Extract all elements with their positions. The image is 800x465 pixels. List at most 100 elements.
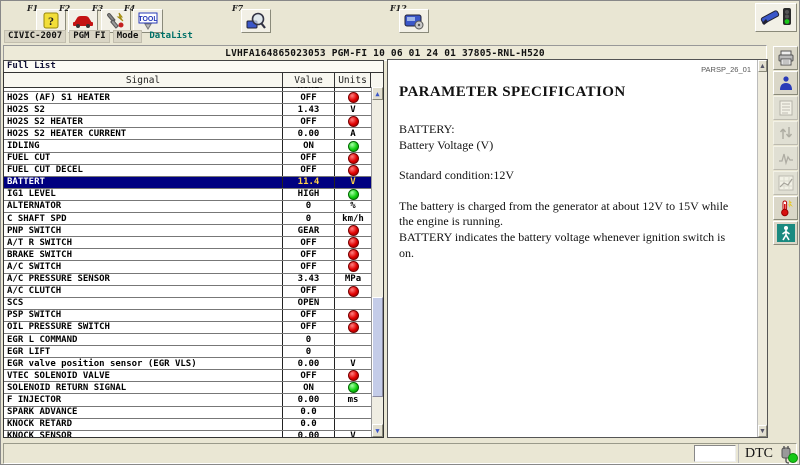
table-row[interactable]: HO2S S21.43V xyxy=(4,104,371,116)
signal-cell: EGR LIFT xyxy=(4,346,283,357)
value-cell: OFF xyxy=(283,249,335,260)
units-cell xyxy=(335,286,371,297)
table-row[interactable]: SOLENOID RETURN SIGNALON xyxy=(4,382,371,394)
value-cell: OFF xyxy=(283,237,335,248)
value-cell: OFF xyxy=(283,286,335,297)
tab-datalist[interactable]: DataList xyxy=(145,30,196,43)
tab-civic-2007[interactable]: CIVIC-2007 xyxy=(4,30,66,43)
units-cell xyxy=(335,419,371,430)
graph-grid-icon xyxy=(773,171,798,195)
units-cell: V xyxy=(335,104,371,115)
value-cell: OFF xyxy=(283,261,335,272)
table-row[interactable]: FUEL CUTOFF xyxy=(4,153,371,165)
units-cell: MPa xyxy=(335,274,371,285)
spec-scrollbar[interactable]: ▲ ▼ xyxy=(757,60,767,437)
table-row[interactable]: EGR LIFT0 xyxy=(4,346,371,358)
value-cell: OPEN xyxy=(283,298,335,309)
value-cell: OFF xyxy=(283,370,335,381)
tab-pgm-fi[interactable]: PGM FI xyxy=(69,30,110,43)
fkey-group-f7: F7 xyxy=(232,2,274,32)
table-row[interactable]: BRAKE SWITCHOFF xyxy=(4,249,371,261)
signal-cell: A/T R SWITCH xyxy=(4,237,283,248)
signal-cell: VTEC SOLENOID VALVE xyxy=(4,370,283,381)
units-cell xyxy=(335,382,371,393)
value-cell: 0 xyxy=(283,334,335,345)
units-cell xyxy=(335,322,371,333)
table-row[interactable]: A/C PRESSURE SENSOR3.43MPa xyxy=(4,274,371,286)
fkey-group-f12: F12 xyxy=(390,2,432,32)
table-row[interactable]: SCSOPEN xyxy=(4,298,371,310)
signal-cell: FUEL CUT DECEL xyxy=(4,165,283,176)
units-cell xyxy=(335,225,371,236)
units-cell xyxy=(335,153,371,164)
value-cell: 0.0 xyxy=(283,419,335,430)
units-cell xyxy=(335,92,371,103)
value-cell: OFF xyxy=(283,322,335,333)
value-cell: HIGH xyxy=(283,189,335,200)
scroll-down-button[interactable]: ▼ xyxy=(372,424,383,437)
table-row[interactable]: A/T R SWITCHOFF xyxy=(4,237,371,249)
spec-line: The battery is charged from the generato… xyxy=(399,199,741,230)
status-led-red xyxy=(348,225,359,236)
signal-cell: SPARK ADVANCE xyxy=(4,407,283,418)
table-row[interactable]: EGR valve position sensor (EGR VLS)0.00V xyxy=(4,358,371,370)
units-cell: V xyxy=(335,177,371,188)
print-icon[interactable] xyxy=(773,46,798,70)
thermometer-icon[interactable] xyxy=(773,196,798,220)
table-row[interactable]: PSP SWITCHOFF xyxy=(4,310,371,322)
signal-cell: IG1 LEVEL xyxy=(4,189,283,200)
tab-mode[interactable]: Mode xyxy=(113,30,143,43)
waveform-icon xyxy=(773,146,798,170)
connection-status-button[interactable] xyxy=(755,3,797,32)
value-cell: ON xyxy=(283,140,335,151)
units-cell xyxy=(335,165,371,176)
table-row[interactable]: HO2S S2 HEATEROFF xyxy=(4,116,371,128)
value-cell: ON xyxy=(283,382,335,393)
spec-paragraph: BATTERY:Battery Voltage (V) xyxy=(399,122,741,153)
signal-cell: A/C PRESSURE SENSOR xyxy=(4,274,283,285)
table-row[interactable]: SPARK ADVANCE0.0 xyxy=(4,407,371,419)
scroll-up-button[interactable]: ▲ xyxy=(372,87,383,100)
table-row[interactable]: IG1 LEVELHIGH xyxy=(4,189,371,201)
table-row[interactable]: ALTERNATOR0% xyxy=(4,201,371,213)
spec-scroll-down-button[interactable]: ▼ xyxy=(758,425,767,437)
table-row[interactable]: VTEC SOLENOID VALVEOFF xyxy=(4,370,371,382)
inspection-icon[interactable] xyxy=(241,9,271,33)
table-row[interactable]: KNOCK SENSOR0.00V xyxy=(4,431,371,437)
signal-cell: KNOCK SENSOR xyxy=(4,431,283,437)
units-cell: V xyxy=(335,431,371,437)
units-cell xyxy=(335,189,371,200)
table-row[interactable]: A/C CLUTCHOFF xyxy=(4,286,371,298)
status-led-red xyxy=(348,249,359,260)
data-recorder-icon[interactable] xyxy=(399,9,429,33)
units-cell xyxy=(335,140,371,151)
walking-person-icon[interactable] xyxy=(773,221,798,245)
table-row[interactable]: A/C SWITCHOFF xyxy=(4,261,371,273)
table-row[interactable]: OIL PRESSURE SWITCHOFF xyxy=(4,322,371,334)
table-header-row: Signal Value Units xyxy=(4,73,383,88)
signal-cell: BRAKE SWITCH xyxy=(4,249,283,260)
table-row[interactable]: KNOCK RETARD0.0 xyxy=(4,419,371,431)
table-scrollbar[interactable]: ▲ ▼ xyxy=(371,87,383,437)
operator-icon[interactable] xyxy=(773,71,798,95)
tab-bar: CIVIC-2007PGM FIModeDataList xyxy=(4,30,197,43)
table-row[interactable]: BATTERT11.4V xyxy=(4,177,371,189)
icon-sidebar xyxy=(773,46,799,246)
table-row[interactable]: F INJECTOR0.00ms xyxy=(4,394,371,406)
table-row[interactable]: C SHAFT SPD0km/h xyxy=(4,213,371,225)
table-row[interactable]: FUEL CUT DECELOFF xyxy=(4,165,371,177)
spec-ref-code: PARSP_26_01 xyxy=(701,65,751,74)
value-cell: OFF xyxy=(283,165,335,176)
table-row[interactable]: HO2S (AF) S1 HEATEROFF xyxy=(4,92,371,104)
text-list-icon xyxy=(773,96,798,120)
table-row[interactable]: PNP SWITCHGEAR xyxy=(4,225,371,237)
dtc-indicator[interactable]: DTC xyxy=(738,444,779,463)
table-row[interactable]: EGR L COMMAND0 xyxy=(4,334,371,346)
spec-scroll-up-button[interactable]: ▲ xyxy=(758,60,767,72)
signal-cell: HO2S (AF) S1 HEATER xyxy=(4,92,283,103)
signal-cell: C SHAFT SPD xyxy=(4,213,283,224)
value-cell: GEAR xyxy=(283,225,335,236)
scrollbar-thumb[interactable] xyxy=(372,297,383,397)
table-row[interactable]: HO2S S2 HEATER CURRENT0.00A xyxy=(4,128,371,140)
table-row[interactable]: IDLINGON xyxy=(4,140,371,152)
